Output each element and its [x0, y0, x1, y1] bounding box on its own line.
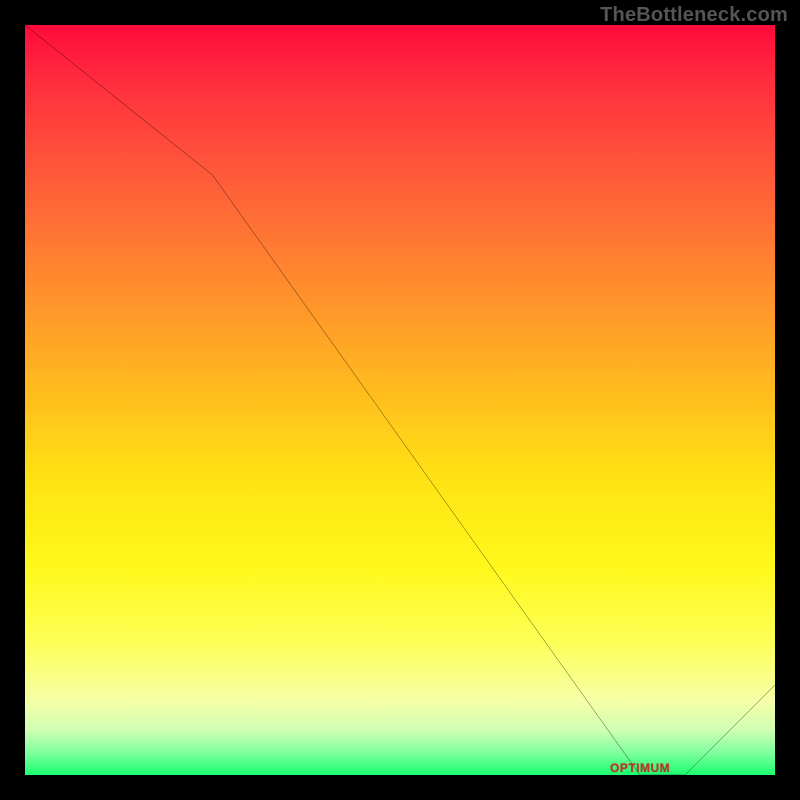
- plot-area: [25, 25, 775, 775]
- chart-frame: TheBottleneck.com OPTIMUM: [0, 0, 800, 800]
- watermark-text: TheBottleneck.com: [600, 4, 788, 27]
